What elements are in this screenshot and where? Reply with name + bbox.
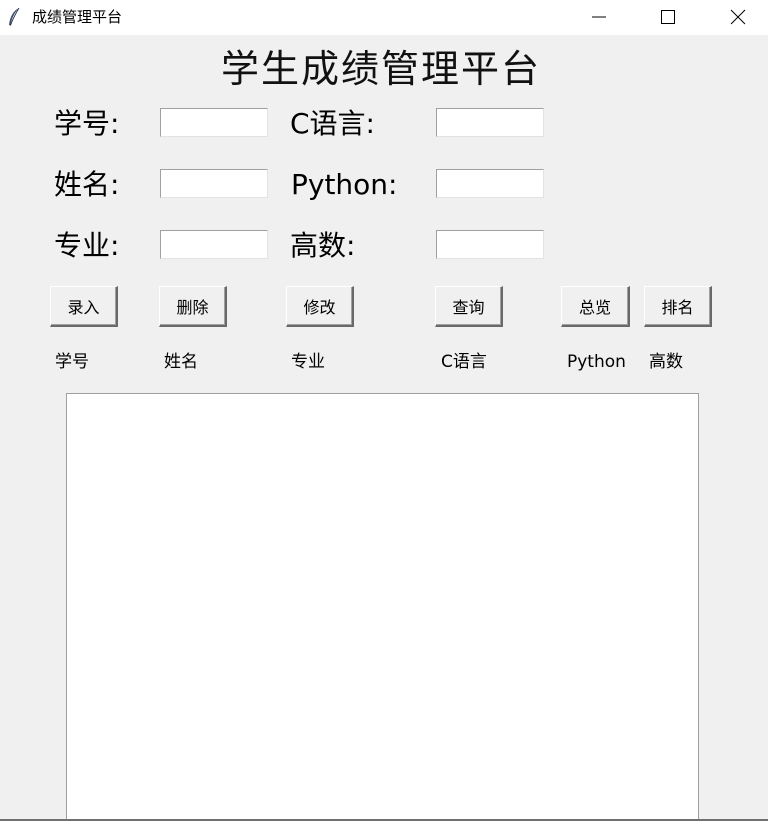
python-input[interactable] [436,169,544,198]
modify-button[interactable]: 修改 [286,286,354,327]
c-language-input[interactable] [436,108,544,137]
overview-button[interactable]: 总览 [561,286,630,327]
delete-button[interactable]: 删除 [159,286,227,327]
math-input[interactable] [436,230,544,259]
python-label: Python: [291,168,398,201]
math-label: 高数: [290,229,356,262]
result-listbox[interactable] [66,393,699,821]
close-button[interactable] [715,0,761,35]
feather-icon [6,7,22,27]
rank-button[interactable]: 排名 [644,286,712,327]
column-header-student-id: 学号 [55,352,89,372]
c-language-label: C语言: [290,107,375,140]
student-id-label: 学号: [54,107,120,140]
close-icon [730,9,746,25]
query-button[interactable]: 查询 [435,286,503,327]
student-id-input[interactable] [160,108,268,137]
minimize-button[interactable] [576,0,622,35]
app-window: 成绩管理平台 学生成绩管理平台 学号: C语言: 姓名: Python: 专业: [0,0,768,821]
add-button[interactable]: 录入 [50,286,118,327]
column-header-python: Python [567,352,626,372]
major-input[interactable] [160,230,268,259]
name-label: 姓名: [54,168,120,201]
column-header-name: 姓名 [164,352,198,372]
maximize-button[interactable] [645,0,691,35]
name-input[interactable] [160,169,268,198]
column-header-c-language: C语言 [441,352,487,372]
page-title: 学生成绩管理平台 [0,44,768,94]
column-header-major: 专业 [291,352,325,372]
page-title-text: 学生成绩管理平台 [220,47,541,91]
column-header-math: 高数 [649,352,683,372]
title-bar[interactable]: 成绩管理平台 [0,0,768,35]
maximize-icon [661,10,675,24]
major-label: 专业: [54,229,120,262]
window-title: 成绩管理平台 [32,8,123,26]
minimize-icon [592,16,606,18]
